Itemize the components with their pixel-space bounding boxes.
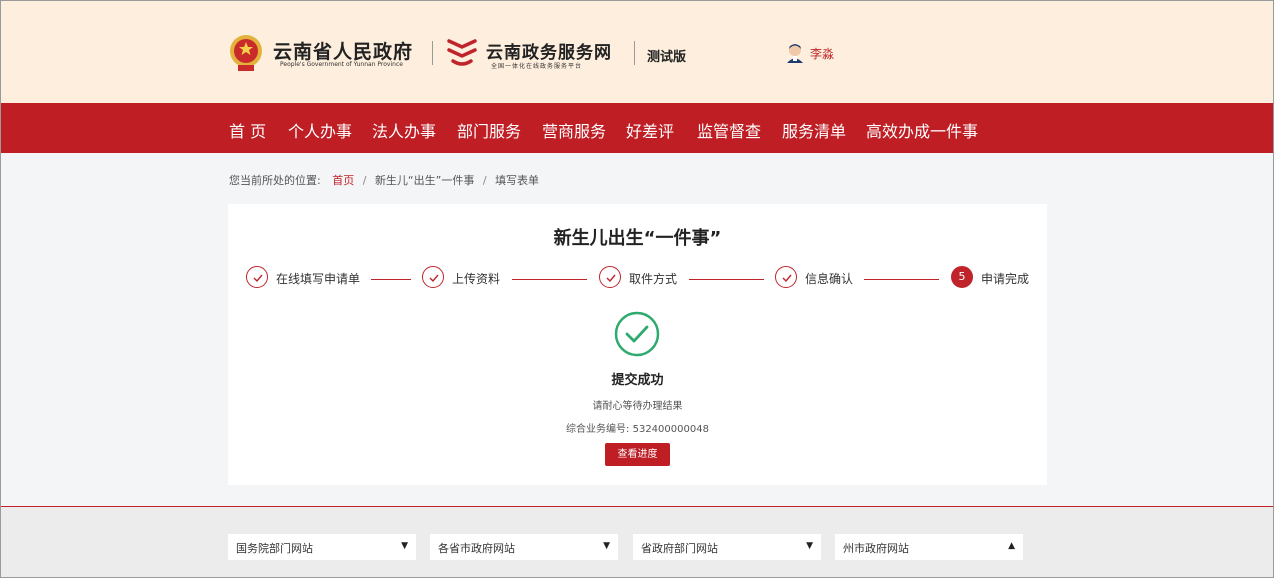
main-nav: 首 页 个人办事 法人办事 部门服务 营商服务 好差评 监管督查 服务清单 高效… [1, 103, 1273, 153]
step-check-icon [775, 266, 797, 288]
site-header: 云南省人民政府 People's Government of Yunnan Pr… [1, 1, 1273, 103]
step-connector [512, 279, 587, 280]
step-connector [689, 279, 764, 280]
step-number-badge: 5 [951, 266, 973, 288]
step-label: 取件方式 [629, 272, 678, 286]
step-check-icon [246, 266, 268, 288]
nav-item-department[interactable]: 部门服务 [457, 118, 521, 142]
service-title[interactable]: 云南政务服务网 [486, 38, 612, 63]
success-message: 请耐心等待办理结果 [592, 401, 683, 412]
business-number: 综合业务编号: 532400000048 [566, 424, 709, 435]
step-connector [371, 279, 411, 280]
nav-item-personal[interactable]: 个人办事 [288, 118, 352, 142]
header-divider-2 [634, 41, 635, 65]
site-footer: 国务院部门网站 ▼ 各省市政府网站 ▼ 省政府部门网站 ▼ 州市政府网站 ▲ [1, 506, 1273, 577]
provincial-department-sites-select[interactable]: 省政府部门网站 ▼ [633, 534, 821, 560]
header-divider [432, 41, 433, 65]
service-subtitle: 全国一体化在线政务服务平台 [491, 63, 583, 70]
caret-down-icon: ▼ [806, 541, 813, 551]
caret-up-icon: ▲ [1008, 541, 1015, 551]
nav-item-rating[interactable]: 好差评 [626, 118, 674, 142]
success-check-icon [614, 311, 660, 357]
step-label: 在线填写申请单 [276, 272, 361, 286]
success-title: 提交成功 [611, 373, 664, 388]
user-avatar-icon[interactable] [784, 42, 806, 64]
select-label: 各省市政府网站 [438, 542, 515, 555]
result-card: 新生儿出生“一件事” 在线填写申请单 上传资料 取件方式 信息确认 5 申请完成… [228, 204, 1047, 485]
caret-down-icon: ▼ [603, 541, 610, 551]
view-progress-button[interactable]: 查看进度 [605, 443, 670, 466]
breadcrumb-separator: / [482, 174, 487, 187]
prefecture-sites-select[interactable]: 州市政府网站 ▲ [835, 534, 1023, 560]
breadcrumb: 您当前所处的位置: 首页 / 新生儿“出生”一件事 / 填写表单 [229, 172, 539, 188]
nav-item-legal-entity[interactable]: 法人办事 [372, 118, 436, 142]
nav-item-service-list[interactable]: 服务清单 [782, 118, 846, 142]
breadcrumb-item[interactable]: 新生儿“出生”一件事 [375, 174, 474, 187]
nav-item-home[interactable]: 首 页 [229, 118, 266, 142]
service-logo-icon [447, 39, 477, 66]
breadcrumb-prefix: 您当前所处的位置: [229, 174, 321, 187]
breadcrumb-current: 填写表单 [495, 174, 540, 187]
step-label: 申请完成 [981, 272, 1030, 286]
user-name[interactable]: 李淼 [810, 45, 834, 62]
state-council-sites-select[interactable]: 国务院部门网站 ▼ [228, 534, 416, 560]
select-label: 州市政府网站 [843, 542, 909, 555]
step-label: 上传资料 [452, 272, 501, 286]
nav-item-one-thing[interactable]: 高效办成一件事 [866, 118, 978, 142]
step-check-icon [599, 266, 621, 288]
test-badge: 测试版 [647, 50, 687, 65]
breadcrumb-home[interactable]: 首页 [332, 174, 354, 187]
nav-item-supervision[interactable]: 监管督查 [697, 118, 761, 142]
select-label: 国务院部门网站 [236, 542, 313, 555]
gov-subtitle: People's Government of Yunnan Province [280, 61, 403, 68]
page-title: 新生儿出生“一件事” [553, 228, 722, 249]
gov-title[interactable]: 云南省人民政府 [273, 37, 413, 64]
step-connector [864, 279, 939, 280]
step-label: 信息确认 [805, 272, 854, 286]
select-label: 省政府部门网站 [641, 542, 718, 555]
national-emblem-icon [230, 35, 262, 71]
caret-down-icon: ▼ [401, 541, 408, 551]
step-check-icon [422, 266, 444, 288]
breadcrumb-separator: / [362, 174, 367, 187]
province-sites-select[interactable]: 各省市政府网站 ▼ [430, 534, 618, 560]
nav-item-business[interactable]: 营商服务 [542, 118, 606, 142]
